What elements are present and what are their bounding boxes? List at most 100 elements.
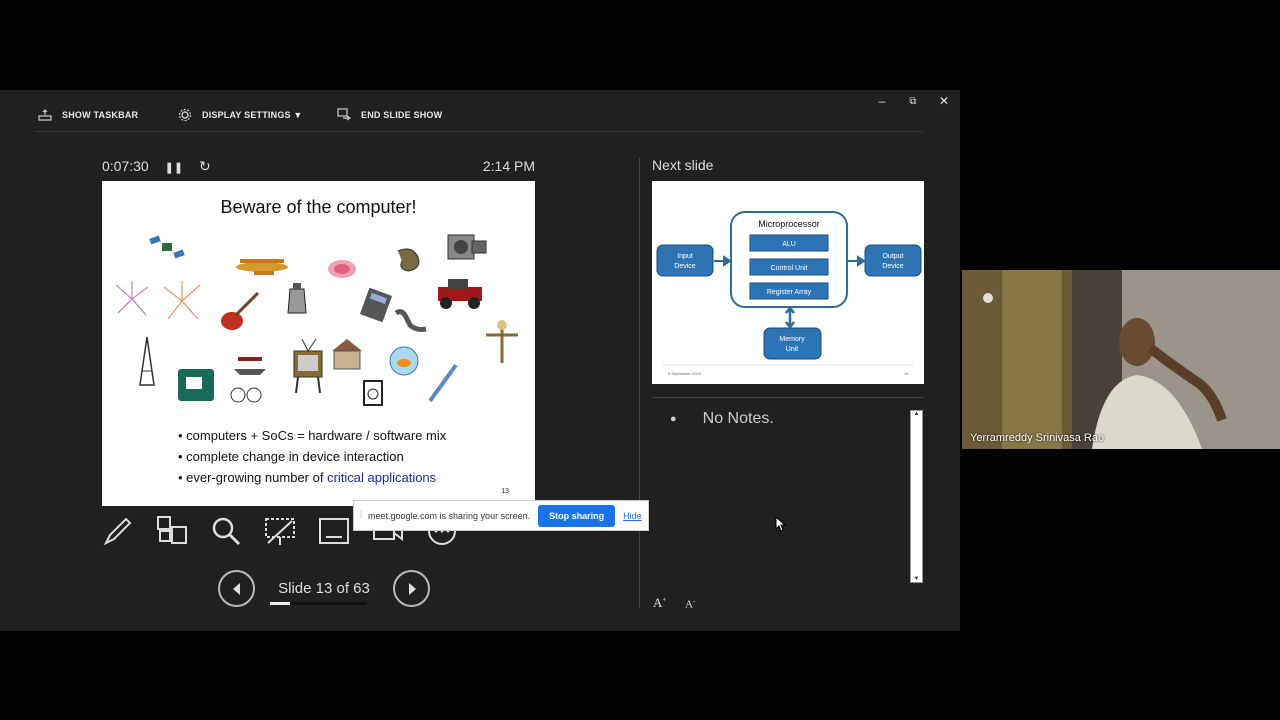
input-device-line1: Input — [677, 253, 693, 260]
sailboat-clipart — [234, 357, 266, 375]
reset-timer-icon[interactable]: ↻ — [199, 158, 211, 174]
camera-clipart — [447, 234, 487, 260]
increase-font-label: A — [653, 595, 663, 610]
subtitles-icon[interactable] — [318, 515, 350, 547]
microprocessor-title: Microprocessor — [758, 219, 820, 229]
memory-arrow — [785, 305, 795, 330]
pen-icon[interactable] — [102, 515, 134, 547]
memory-unit-line1: Memory — [779, 336, 805, 343]
minimize-button[interactable]: – — [872, 94, 892, 108]
timer-text: 0:07:30 — [102, 158, 149, 174]
notes-divider — [652, 397, 924, 398]
increase-font-button[interactable]: A+ — [653, 595, 666, 611]
syringe-clipart — [428, 363, 458, 403]
vintage-car-clipart — [438, 279, 482, 309]
bullet-2: • complete change in device interaction — [178, 449, 404, 464]
close-button[interactable]: ✕ — [934, 94, 954, 108]
slide-bullets: • computers + SoCs = hardware / software… — [178, 425, 446, 488]
notes-text: No Notes. — [702, 410, 774, 427]
toolbar-divider — [35, 131, 923, 132]
share-message: meet.google.com is sharing your screen. — [368, 510, 531, 521]
restore-button[interactable]: ⧉ — [903, 96, 923, 107]
next-slide-date: 5 September 2023 — [668, 371, 702, 376]
guitar-clipart — [221, 291, 260, 330]
decrease-font-label: A — [685, 598, 693, 611]
show-taskbar-label: SHOW TASKBAR — [62, 110, 139, 120]
next-slide-number: 14 — [904, 371, 909, 376]
notes-bullet: ● — [670, 413, 677, 425]
next-slide-button[interactable] — [393, 570, 430, 607]
input-device-box — [656, 244, 714, 277]
phone-handset-clipart — [394, 309, 427, 332]
show-taskbar-button[interactable]: SHOW TASKBAR — [38, 108, 138, 122]
bullet-3: • ever-growing number of critical applic… — [178, 467, 446, 488]
fishbowl-clipart — [389, 346, 419, 376]
next-slide-label: Next slide — [652, 157, 714, 173]
elapsed-timer: 0:07:30 ❚❚ ↻ — [102, 158, 211, 175]
hide-share-bar-link[interactable]: Hide — [623, 511, 642, 521]
bicycle-clipart — [230, 387, 262, 403]
pane-divider[interactable] — [639, 158, 640, 608]
end-slide-show-button[interactable]: END SLIDE SHOW — [337, 108, 442, 122]
computer-user-clipart — [178, 369, 214, 401]
bullet-1: • computers + SoCs = hardware / software… — [178, 428, 447, 443]
memory-unit-box — [763, 327, 822, 360]
jar-clipart — [363, 380, 383, 406]
biplane-clipart — [236, 259, 288, 275]
blimp-clipart — [328, 260, 356, 278]
scarecrow-clipart — [486, 320, 518, 363]
input-arrow — [714, 255, 732, 267]
eiffel-tower-clipart — [139, 336, 155, 386]
alu-label: ALU — [782, 241, 796, 248]
slide-counter[interactable]: Slide 13 of 63 — [269, 580, 379, 597]
chevron-left-icon — [232, 582, 240, 595]
pause-icon[interactable]: ❚❚ — [165, 162, 183, 174]
fireworks-clipart — [115, 281, 149, 316]
speaker-notes[interactable]: ● No Notes. — [670, 410, 774, 428]
output-device-line1: Output — [882, 253, 903, 260]
control-unit-label: Control Unit — [771, 265, 808, 272]
slide-progress-bar — [270, 602, 367, 605]
slide-progress-fill — [270, 602, 290, 605]
screen-share-bar: ⁞ meet.google.com is sharing your screen… — [353, 500, 649, 531]
next-slide-preview[interactable]: Microprocessor ALU Control Unit Register… — [652, 181, 924, 384]
end-slide-show-label: END SLIDE SHOW — [361, 110, 443, 120]
end-show-icon — [337, 108, 351, 121]
gear-icon — [178, 108, 192, 122]
input-device-line2: Device — [674, 263, 696, 270]
previous-slide-button[interactable] — [218, 570, 255, 607]
presenter-view: SHOW TASKBAR DISPLAY SETTINGS ▼ END SLID… — [0, 90, 960, 631]
stop-sharing-button[interactable]: Stop sharing — [538, 504, 616, 527]
bullet-3-prefix: • ever-growing number of — [178, 470, 328, 485]
saxophone-clipart — [397, 248, 420, 272]
output-device-line2: Device — [882, 263, 904, 270]
chevron-right-icon — [408, 582, 416, 595]
coffeepot-clipart — [287, 283, 307, 314]
slide-title: Beware of the computer! — [220, 197, 417, 217]
notes-scrollbar[interactable]: ▲ ▼ — [910, 410, 923, 583]
black-screen-icon[interactable] — [264, 515, 296, 547]
memory-unit-line2: Unit — [786, 346, 799, 353]
video-frame — [962, 270, 1280, 449]
satellite-clipart — [149, 235, 185, 259]
bullet-3-highlight: critical applications — [327, 470, 437, 485]
display-settings-button[interactable]: DISPLAY SETTINGS ▼ — [178, 108, 303, 122]
see-all-slides-icon[interactable] — [156, 515, 188, 547]
house-clipart — [332, 339, 362, 370]
fireworks-clipart-2 — [163, 281, 201, 320]
display-settings-label: DISPLAY SETTINGS ▼ — [202, 110, 303, 120]
output-arrow — [848, 255, 866, 267]
participant-name: Yerramreddy Srinivasa Rao — [970, 432, 1105, 444]
scroll-down-arrow[interactable]: ▼ — [911, 576, 922, 582]
drag-handle-icon[interactable]: ⁞ — [354, 510, 368, 521]
taskbar-icon — [38, 109, 52, 121]
tv-clipart — [293, 338, 323, 394]
output-device-box — [864, 244, 922, 277]
participant-video[interactable]: Yerramreddy Srinivasa Rao — [962, 270, 1280, 449]
scroll-up-arrow[interactable]: ▲ — [911, 411, 922, 417]
mouse-cursor-icon — [775, 516, 787, 532]
clock: 2:14 PM — [482, 158, 535, 174]
microprocessor-diagram: Microprocessor ALU Control Unit Register… — [656, 211, 922, 376]
zoom-icon[interactable] — [210, 515, 242, 547]
decrease-font-button[interactable]: A- — [685, 597, 695, 611]
